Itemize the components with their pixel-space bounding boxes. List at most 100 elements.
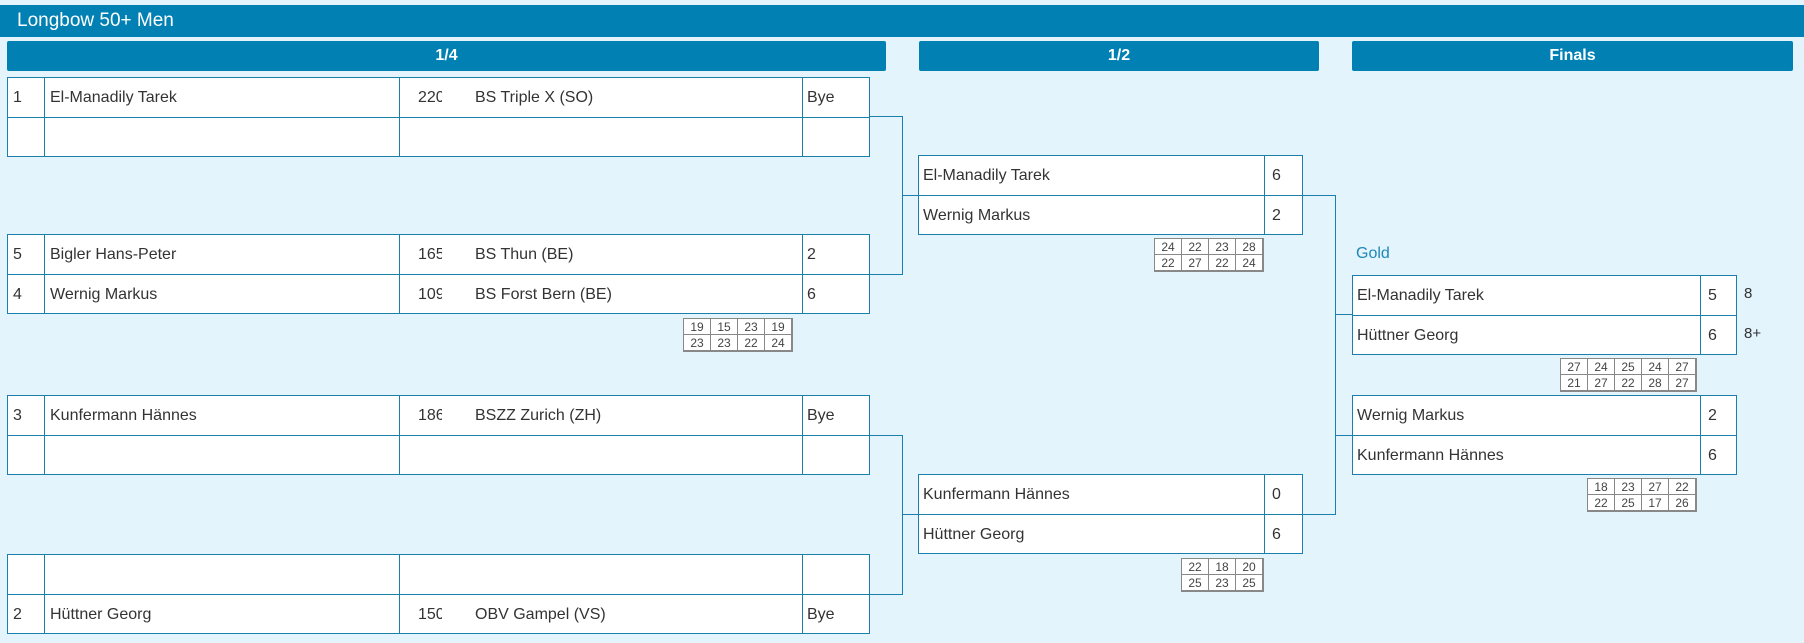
set-score: 24 xyxy=(1236,255,1263,271)
set-score: 25 xyxy=(1615,495,1642,511)
archer-name xyxy=(45,555,400,595)
bracket-connector xyxy=(902,514,919,515)
set-score: 18 xyxy=(1588,479,1615,495)
qf-row xyxy=(8,435,869,475)
archer-name: El-Manadily Tarek xyxy=(1353,276,1701,316)
set-score: 23 xyxy=(711,335,738,351)
final-row: Wernig Markus 2 xyxy=(1353,396,1736,436)
set-score: 24 xyxy=(765,335,792,351)
set-score: 25 xyxy=(1236,575,1263,591)
club-name xyxy=(442,118,803,157)
final-row: Kunfermann Hännes 6 xyxy=(1353,435,1736,475)
match-result: 6 xyxy=(1272,167,1281,184)
set-score: 27 xyxy=(1642,479,1669,495)
set-score: 24 xyxy=(1588,359,1615,375)
seed xyxy=(8,118,45,157)
bronze-final-match: Wernig Markus 2 Kunfermann Hännes 6 xyxy=(1352,395,1737,475)
match-result: 6 xyxy=(807,286,816,303)
match-result: 5 xyxy=(1708,287,1717,304)
bracket-connector xyxy=(1303,514,1336,515)
qualification-score xyxy=(400,555,442,595)
sf-row: El-Manadily Tarek 6 xyxy=(919,156,1302,196)
set-score: 22 xyxy=(1209,255,1236,271)
qualification-score: 109 xyxy=(418,286,442,303)
match-result: Bye xyxy=(807,407,835,424)
set-score: 21 xyxy=(1561,375,1588,391)
archer-name: Kunfermann Hännes xyxy=(45,396,400,436)
match-result: Bye xyxy=(807,89,835,106)
sf-row: Wernig Markus 2 xyxy=(919,195,1302,235)
bracket-connector xyxy=(1335,195,1336,515)
set-score: 22 xyxy=(1588,495,1615,511)
qf-match-2-set-scores: 19 15 23 19 23 23 22 24 xyxy=(683,318,793,352)
round-header-quarterfinal: 1/4 xyxy=(7,41,886,71)
seed: 4 xyxy=(8,275,45,314)
bronze-final-set-scores: 18 23 27 22 22 25 17 26 xyxy=(1587,478,1697,512)
qualification-score: 220 xyxy=(418,89,442,106)
seed: 1 xyxy=(8,78,45,118)
set-score: 22 xyxy=(738,335,765,351)
qf-match-2: 5 Bigler Hans-Peter 165 BS Thun (BE) 2 4… xyxy=(7,234,870,314)
archer-name: Hüttner Georg xyxy=(919,515,1265,554)
match-result xyxy=(803,118,869,157)
set-score: 19 xyxy=(765,319,792,335)
qf-match-1: 1 El-Manadily Tarek 220 BS Triple X (SO)… xyxy=(7,77,870,157)
set-score: 27 xyxy=(1669,359,1696,375)
set-score: 27 xyxy=(1669,375,1696,391)
club-name: BS Triple X (SO) xyxy=(442,78,803,118)
gold-final-match: El-Manadily Tarek 5 Hüttner Georg 6 xyxy=(1352,275,1737,355)
set-score: 15 xyxy=(711,319,738,335)
bracket-connector xyxy=(870,594,903,595)
sf-match-2: Kunfermann Hännes 0 Hüttner Georg 6 xyxy=(918,474,1303,554)
bracket-connector xyxy=(870,116,903,117)
match-result: 2 xyxy=(1708,407,1717,424)
bracket-connector xyxy=(902,435,903,595)
set-score: 28 xyxy=(1236,239,1263,255)
match-result xyxy=(803,436,869,475)
qf-row: 5 Bigler Hans-Peter 165 BS Thun (BE) 2 xyxy=(8,235,869,275)
seed: 3 xyxy=(8,396,45,436)
match-result: 6 xyxy=(1708,447,1717,464)
qf-row xyxy=(8,555,869,595)
qualification-score: 150 xyxy=(418,606,442,623)
match-result: Bye xyxy=(807,606,835,623)
set-score: 23 xyxy=(1615,479,1642,495)
set-score: 20 xyxy=(1236,559,1263,575)
qf-match-4: 2 Hüttner Georg 150 OBV Gampel (VS) Bye xyxy=(7,554,870,634)
match-result: 2 xyxy=(1272,207,1281,224)
club-name xyxy=(442,555,803,595)
set-score: 22 xyxy=(1182,239,1209,255)
set-score: 22 xyxy=(1615,375,1642,391)
round-header-semifinal: 1/2 xyxy=(919,41,1319,71)
qf-row: 3 Kunfermann Hännes 186 BSZZ Zurich (ZH)… xyxy=(8,396,869,436)
set-score: 27 xyxy=(1182,255,1209,271)
archer-name: Wernig Markus xyxy=(1353,396,1701,436)
qf-match-3: 3 Kunfermann Hännes 186 BSZZ Zurich (ZH)… xyxy=(7,395,870,475)
seed xyxy=(8,436,45,475)
set-score: 23 xyxy=(738,319,765,335)
qualification-score xyxy=(400,436,442,475)
match-result: 6 xyxy=(1708,327,1717,344)
set-score: 23 xyxy=(684,335,711,351)
archer-name: Bigler Hans-Peter xyxy=(45,235,400,275)
qf-row: 2 Hüttner Georg 150 OBV Gampel (VS) Bye xyxy=(8,594,869,634)
shoot-off-score: 8+ xyxy=(1744,325,1762,342)
qualification-score: 186 xyxy=(418,407,442,424)
sf-match-2-set-scores: 22 18 20 25 23 25 xyxy=(1181,558,1264,592)
seed xyxy=(8,555,45,595)
bracket-connector xyxy=(1335,314,1352,315)
match-result: 2 xyxy=(807,246,816,263)
shoot-off-score: 8 xyxy=(1744,285,1753,302)
bracket-connector xyxy=(1335,435,1352,436)
bracket-connector xyxy=(870,274,903,275)
final-row: El-Manadily Tarek 5 xyxy=(1353,276,1736,316)
set-score: 27 xyxy=(1561,359,1588,375)
archer-name: Wernig Markus xyxy=(919,196,1265,235)
club-name: BSZZ Zurich (ZH) xyxy=(442,396,803,436)
set-score: 18 xyxy=(1209,559,1236,575)
qualification-score: 165 xyxy=(418,246,442,263)
club-name: BS Forst Bern (BE) xyxy=(442,275,803,314)
final-row: Hüttner Georg 6 xyxy=(1353,315,1736,355)
qualification-score xyxy=(400,118,442,157)
match-result xyxy=(803,555,869,595)
